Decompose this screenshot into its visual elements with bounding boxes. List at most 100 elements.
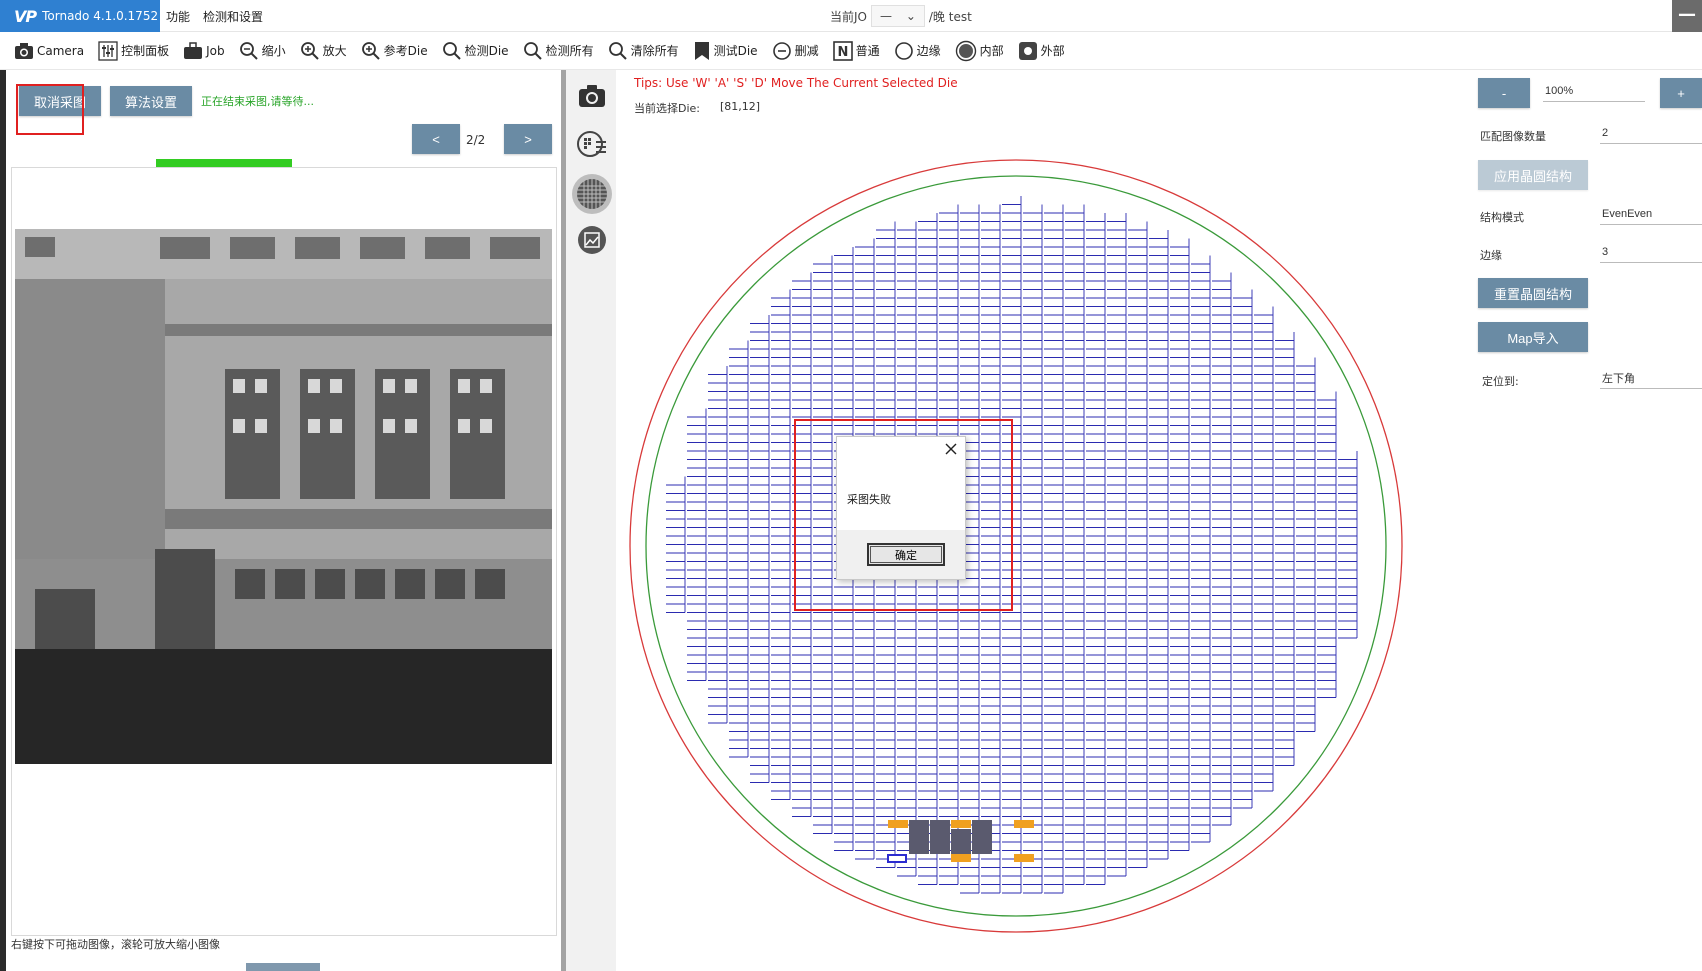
circle-filled-icon bbox=[955, 40, 977, 62]
edge-label: 边缘 bbox=[1480, 249, 1502, 262]
cancel-capture-highlight bbox=[16, 84, 84, 135]
title-bar: VP Tornado 4.1.0.1752 功能 检测和设置 当前JO — ⌄ … bbox=[0, 0, 1702, 32]
toolbar-item[interactable]: 参考Die bbox=[361, 36, 428, 66]
toolbar-item-label: Job bbox=[206, 43, 225, 58]
selected-die-label: 当前选择Die: bbox=[634, 102, 700, 115]
minimize-button[interactable]: — bbox=[1672, 0, 1702, 32]
toolbar-item[interactable]: 放大 bbox=[300, 36, 347, 66]
tested-die bbox=[972, 820, 992, 854]
toolbar-item-label: 控制面板 bbox=[121, 44, 170, 58]
briefcase-icon bbox=[183, 41, 203, 60]
zoom-in-button[interactable]: + bbox=[1660, 78, 1702, 108]
current-die bbox=[887, 854, 907, 863]
toolbar-item[interactable]: 测试Die bbox=[693, 36, 758, 66]
toolbar: Camera 控制面板 Job 缩小 放大 参考Die 检测Die 检测所有 清除所有 测试Die… bbox=[0, 32, 1702, 70]
n-box-icon: N bbox=[832, 40, 853, 61]
app-brand: VP Tornado 4.1.0.1752 bbox=[0, 0, 160, 32]
toolbar-item[interactable]: 内部 bbox=[955, 36, 1004, 66]
search-icon bbox=[608, 41, 628, 61]
toolbar-item-label: Camera bbox=[37, 43, 85, 58]
match-count-field[interactable] bbox=[1600, 122, 1702, 144]
structure-mode-label: 结构模式 bbox=[1480, 211, 1524, 224]
svg-text:N: N bbox=[837, 45, 848, 60]
search-icon bbox=[442, 41, 462, 61]
toolbar-item-label: 边缘 bbox=[916, 44, 941, 58]
toolbar-item-label: 测试Die bbox=[713, 44, 758, 58]
page-indicator: 2/2 bbox=[466, 133, 486, 147]
wafer-inner-ring bbox=[645, 175, 1387, 917]
zoom-in-icon bbox=[300, 41, 320, 61]
algorithm-settings-button[interactable]: 算法设置 bbox=[110, 86, 192, 116]
job-dropdown[interactable]: — ⌄ bbox=[871, 5, 925, 27]
dialog-message: 采图失败 bbox=[847, 493, 891, 506]
square-dot-icon bbox=[1018, 41, 1038, 61]
job-dash: — bbox=[880, 9, 892, 23]
toolbar-item[interactable]: Camera bbox=[14, 36, 84, 66]
toolbar-item-label: 外部 bbox=[1040, 44, 1065, 58]
edge-field[interactable] bbox=[1600, 241, 1702, 263]
orange-die bbox=[888, 820, 908, 828]
prev-page-button[interactable]: < bbox=[412, 124, 460, 154]
toolbar-item[interactable]: N 普通 bbox=[832, 36, 880, 66]
zoom-out-button[interactable]: - bbox=[1478, 78, 1530, 108]
bottom-tab[interactable] bbox=[246, 963, 320, 971]
locate-field[interactable] bbox=[1600, 367, 1702, 389]
chip-image[interactable] bbox=[15, 229, 552, 764]
minus-circle-icon bbox=[772, 41, 792, 61]
toolbar-item[interactable]: 控制面板 bbox=[98, 36, 169, 66]
toolbar-item[interactable]: 外部 bbox=[1018, 36, 1065, 66]
vertical-toolstrip bbox=[566, 70, 616, 971]
job-suffix: /晚 test bbox=[928, 9, 972, 24]
circle-outline-icon bbox=[894, 41, 914, 61]
die-highlights bbox=[887, 820, 1034, 863]
sliders-icon bbox=[98, 40, 118, 61]
toolbar-item-label: 放大 bbox=[322, 44, 347, 58]
toolbar-item[interactable]: 检测所有 bbox=[523, 36, 594, 66]
app-name: Tornado 4.1.0.1752 bbox=[42, 9, 159, 23]
chevron-down-icon: ⌄ bbox=[905, 9, 916, 23]
locate-label: 定位到: bbox=[1482, 375, 1519, 388]
dialog-ok-button[interactable]: 确定 bbox=[867, 543, 945, 566]
toolbar-item[interactable]: 检测Die bbox=[442, 36, 509, 66]
close-icon[interactable] bbox=[943, 441, 959, 457]
wafer-map-settings-icon[interactable] bbox=[574, 126, 610, 162]
image-hint-text: 右键按下可拖动图像，滚轮可放大缩小图像 bbox=[11, 938, 220, 951]
camera-icon bbox=[14, 42, 34, 60]
next-page-button[interactable]: > bbox=[504, 124, 552, 154]
structure-mode-field[interactable] bbox=[1600, 203, 1702, 225]
toolbar-item-label: 普通 bbox=[855, 44, 880, 58]
tested-die bbox=[951, 829, 971, 854]
toolbar-item[interactable]: Job bbox=[183, 36, 225, 66]
job-prefix: 当前JO bbox=[830, 9, 867, 24]
reset-structure-button[interactable]: 重置晶圆结构 bbox=[1478, 278, 1588, 308]
toolbar-item-label: 检测Die bbox=[464, 44, 509, 58]
image-gallery-icon[interactable] bbox=[574, 222, 610, 258]
reference-die-icon bbox=[361, 41, 381, 61]
toolbar-item-label: 内部 bbox=[979, 44, 1004, 58]
zoom-out-icon bbox=[239, 41, 259, 61]
toolbar-item-label: 删减 bbox=[794, 44, 819, 58]
map-import-button[interactable]: Map导入 bbox=[1478, 322, 1588, 352]
tested-die bbox=[930, 820, 950, 854]
menu-functions[interactable]: 功能 bbox=[166, 8, 190, 25]
capture-progress-bar bbox=[156, 159, 292, 167]
wafer-map[interactable] bbox=[620, 150, 1420, 950]
bookmark-icon bbox=[693, 41, 711, 61]
camera-icon[interactable] bbox=[574, 78, 610, 114]
orange-die bbox=[951, 820, 971, 828]
menu-detect-settings[interactable]: 检测和设置 bbox=[203, 8, 263, 25]
wafer-grid-icon[interactable] bbox=[572, 174, 612, 214]
apply-structure-button[interactable]: 应用晶圆结构 bbox=[1478, 160, 1588, 190]
orange-die bbox=[951, 854, 971, 862]
toolbar-item[interactable]: 删减 bbox=[772, 36, 819, 66]
toolbar-item-label: 缩小 bbox=[261, 44, 286, 58]
match-count-label: 匹配图像数量 bbox=[1480, 130, 1546, 143]
toolbar-item[interactable]: 缩小 bbox=[239, 36, 286, 66]
job-title: 当前JO — ⌄ /晚 test bbox=[830, 5, 972, 27]
toolbar-item[interactable]: 清除所有 bbox=[608, 36, 679, 66]
zoom-field[interactable] bbox=[1543, 80, 1645, 102]
left-edge-bar bbox=[0, 70, 6, 971]
tested-die bbox=[909, 820, 929, 854]
toolbar-item[interactable]: 边缘 bbox=[894, 36, 941, 66]
orange-die bbox=[1014, 820, 1034, 828]
